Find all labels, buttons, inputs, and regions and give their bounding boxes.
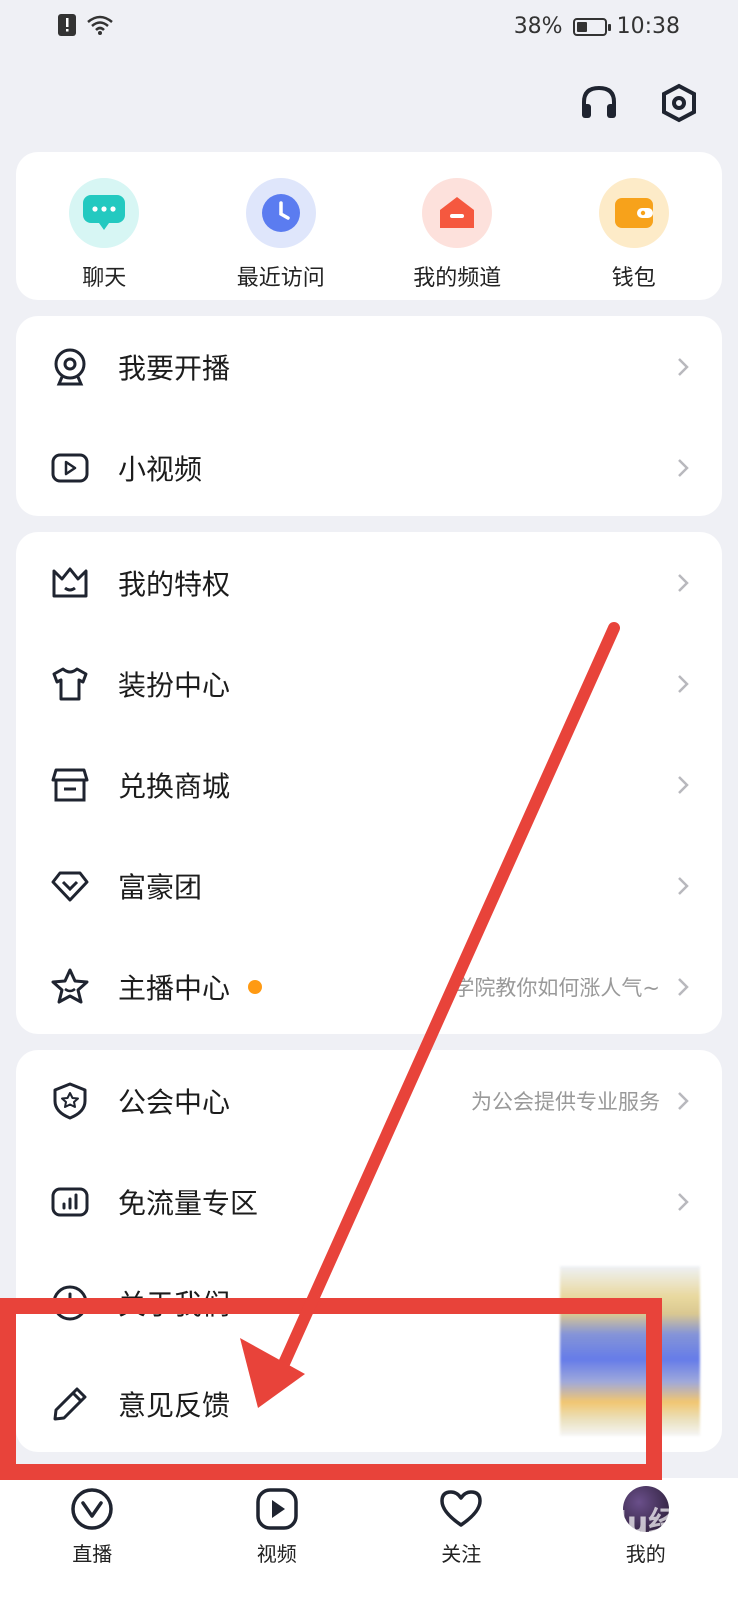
menu-subtitle: 为公会提供专业服务	[471, 1089, 660, 1114]
menu-label: 小视频	[118, 452, 203, 486]
chevron-right-icon	[678, 573, 689, 592]
chevron-right-icon	[678, 1192, 689, 1211]
quick-wallet-label: 钱包	[611, 266, 656, 291]
menu-item-exchange-store[interactable]: 兑换商城	[16, 734, 722, 835]
nav-label: 视频	[256, 1542, 297, 1566]
chevron-right-icon	[678, 977, 689, 996]
quick-channel[interactable]: 我的频道	[372, 152, 542, 300]
nav-tab-video[interactable]: 视频	[212, 1478, 342, 1600]
menu-label: 富豪团	[118, 870, 203, 904]
crown-icon	[50, 563, 90, 603]
menu-label: 关于我们	[118, 1287, 231, 1321]
menu-item-rich-club[interactable]: 富豪团	[16, 835, 722, 936]
menu-label: 公会中心	[118, 1085, 231, 1119]
wallet-icon	[598, 178, 669, 248]
quick-wallet[interactable]: 钱包	[549, 152, 719, 300]
menu-item-streamer-center[interactable]: 主播中心 学院教你如何涨人气~	[16, 936, 722, 1037]
store-icon	[50, 765, 90, 805]
quick-chat-label: 聊天	[82, 266, 127, 291]
chevron-right-icon	[678, 357, 689, 376]
pixelated-thumbnail	[560, 1266, 700, 1436]
wifi-icon	[87, 15, 113, 35]
nav-label: 关注	[441, 1542, 482, 1566]
chat-icon	[69, 178, 140, 248]
quick-chat[interactable]: 聊天	[19, 152, 189, 300]
menu-item-dressup[interactable]: 装扮中心	[16, 633, 722, 734]
menu-label: 我的特权	[118, 567, 231, 601]
menu-label: 免流量专区	[118, 1186, 259, 1220]
menu-section-1: 我要开播 小视频	[16, 316, 722, 516]
clock: 10:38	[616, 14, 680, 39]
menu-label: 兑换商城	[118, 769, 231, 803]
quick-channel-label: 我的频道	[413, 266, 502, 291]
info-icon	[50, 1283, 90, 1323]
diamond-icon	[50, 866, 90, 906]
shield-icon	[50, 1081, 90, 1121]
nav-tab-follow[interactable]: 关注	[396, 1478, 526, 1600]
menu-label: 我要开播	[118, 351, 231, 385]
alert-icon	[58, 14, 76, 36]
menu-item-guild-center[interactable]: 公会中心 为公会提供专业服务	[16, 1050, 722, 1151]
battery-icon	[572, 17, 611, 36]
clock-icon	[245, 178, 316, 248]
menu-item-short-video[interactable]: 小视频	[16, 417, 722, 518]
quick-recent-label: 最近访问	[236, 266, 325, 291]
menu-item-privileges[interactable]: 我的特权	[16, 532, 722, 633]
settings-hexagon-icon[interactable]	[658, 82, 700, 124]
menu-item-free-data[interactable]: 免流量专区	[16, 1151, 722, 1252]
watermark-logo: Baidu经验	[552, 1506, 709, 1541]
quick-recent[interactable]: 最近访问	[196, 152, 366, 300]
nav-tab-live[interactable]: 直播	[27, 1478, 157, 1600]
battery-percent: 38%	[513, 14, 563, 39]
notification-dot	[248, 979, 263, 994]
menu-item-go-live[interactable]: 我要开播	[16, 316, 722, 417]
menu-label: 意见反馈	[118, 1388, 231, 1422]
data-icon	[50, 1182, 90, 1222]
menu-subtitle: 学院教你如何涨人气~	[453, 975, 660, 1000]
video-icon	[50, 448, 90, 488]
nav-label: 直播	[72, 1542, 113, 1566]
chevron-right-icon	[678, 674, 689, 693]
chevron-right-icon	[678, 1091, 689, 1110]
home-icon	[422, 178, 493, 248]
star-icon	[50, 967, 90, 1007]
chevron-right-icon	[678, 458, 689, 477]
pencil-icon	[50, 1384, 90, 1424]
menu-label: 装扮中心	[118, 668, 231, 702]
status-bar: 38% 10:38	[0, 0, 738, 56]
quick-actions-card: 聊天 最近访问 我的频道 钱包	[16, 152, 722, 300]
menu-section-2: 我的特权 装扮中心 兑换商城 富豪团 主播中心 学院教你如何涨人气~	[16, 532, 722, 1034]
heart-icon	[440, 1490, 482, 1527]
live-icon	[71, 1488, 113, 1530]
chevron-right-icon	[678, 775, 689, 794]
headset-icon[interactable]	[578, 82, 620, 124]
menu-label: 主播中心	[118, 971, 231, 1005]
watermark-url: jingyan.baidu.com	[556, 1538, 649, 1549]
shirt-icon	[50, 664, 90, 704]
webcam-icon	[50, 347, 90, 387]
play-icon	[256, 1488, 298, 1530]
chevron-right-icon	[678, 876, 689, 895]
